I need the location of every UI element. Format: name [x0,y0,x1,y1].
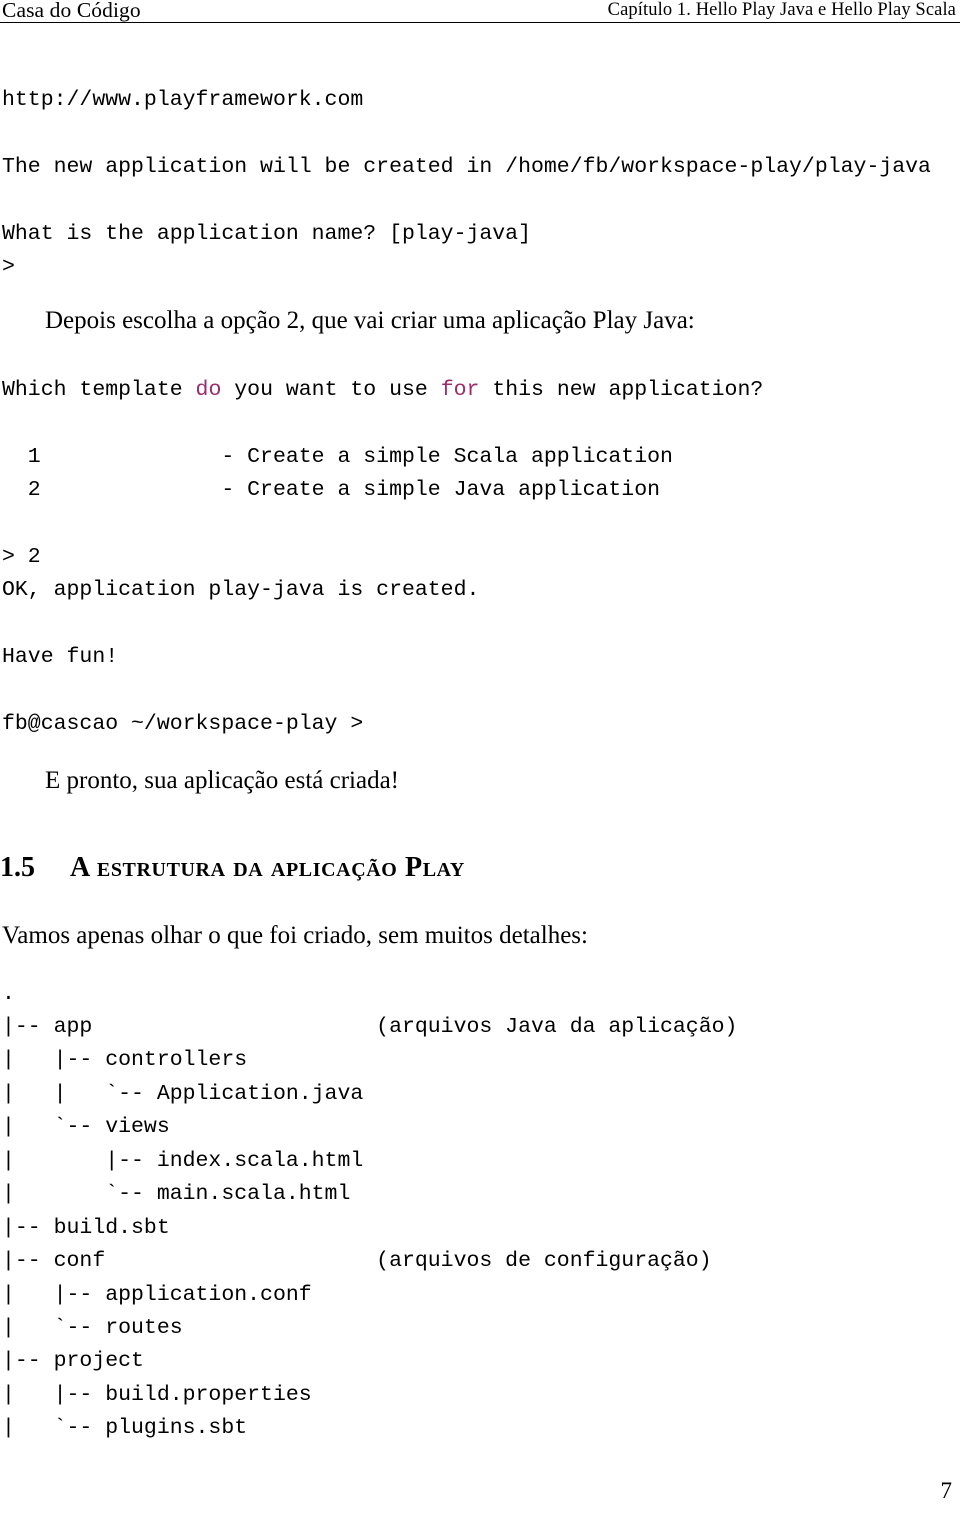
tree-line: | |-- index.scala.html [2,1149,364,1173]
terminal-have-fun-line: Have fun! [2,645,119,669]
paragraph-pronto-criada: E pronto, sua aplicação está criada! [45,767,399,794]
tree-line: | `-- plugins.sbt [2,1416,248,1440]
tree-line: |-- conf (arquivos de configuração) [2,1249,712,1273]
keyword-for: for [440,378,480,402]
tree-line: |-- app (arquivos Java da aplicação) [2,1015,738,1039]
header-chapter-title: Capítulo 1. Hello Play Java e Hello Play… [607,0,956,20]
terminal-app-name-answer: > [2,255,15,279]
terminal-prompt-line: fb@cascao ~/workspace-play > [2,712,364,736]
tree-line: | | `-- Application.java [2,1082,364,1106]
template-question-mid: you want to use [221,378,441,402]
tree-line: | `-- routes [2,1316,183,1340]
keyword-do: do [195,378,222,402]
page-number: 7 [940,1478,953,1503]
tree-line: |-- build.sbt [2,1216,170,1240]
tree-line: | |-- application.conf [2,1283,312,1307]
paragraph-vamos-olhar: Vamos apenas olhar o que foi criado, sem… [2,922,588,949]
terminal-app-name-prompt: What is the application name? [play-java… [2,222,531,246]
tree-line: |-- project [2,1349,144,1373]
template-question-post: this new application? [479,378,764,402]
tree-line: | `-- views [2,1115,170,1139]
terminal-option-1: 1 - Create a simple Scala application [2,445,673,469]
document-page: Casa do Código Capítulo 1. Hello Play Ja… [0,0,960,1530]
running-header: Casa do Código Capítulo 1. Hello Play Ja… [0,0,960,24]
section-title: A estrutura da aplicação Play [70,852,465,883]
terminal-option-2: 2 - Create a simple Java application [2,478,661,502]
terminal-url-line: http://www.playframework.com [2,88,364,112]
terminal-choice-line: > 2 [2,545,41,569]
header-book-title: Casa do Código [2,0,141,22]
tree-line: . [2,982,15,1006]
tree-line: | |-- build.properties [2,1383,312,1407]
paragraph-escolha-opcao: Depois escolha a opção 2, que vai criar … [45,307,695,334]
terminal-ok-line: OK, application play-java is created. [2,578,480,602]
terminal-template-question: Which template do you want to use for th… [2,374,763,408]
section-number: 1.5 [0,852,35,883]
header-divider [0,22,960,23]
section-heading: 1.5 A estrutura da aplicação Play [0,852,900,884]
template-question-pre: Which template [2,378,196,402]
tree-line: | `-- main.scala.html [2,1182,351,1206]
terminal-created-in-line: The new application will be created in /… [2,155,931,179]
tree-line: | |-- controllers [2,1048,248,1072]
